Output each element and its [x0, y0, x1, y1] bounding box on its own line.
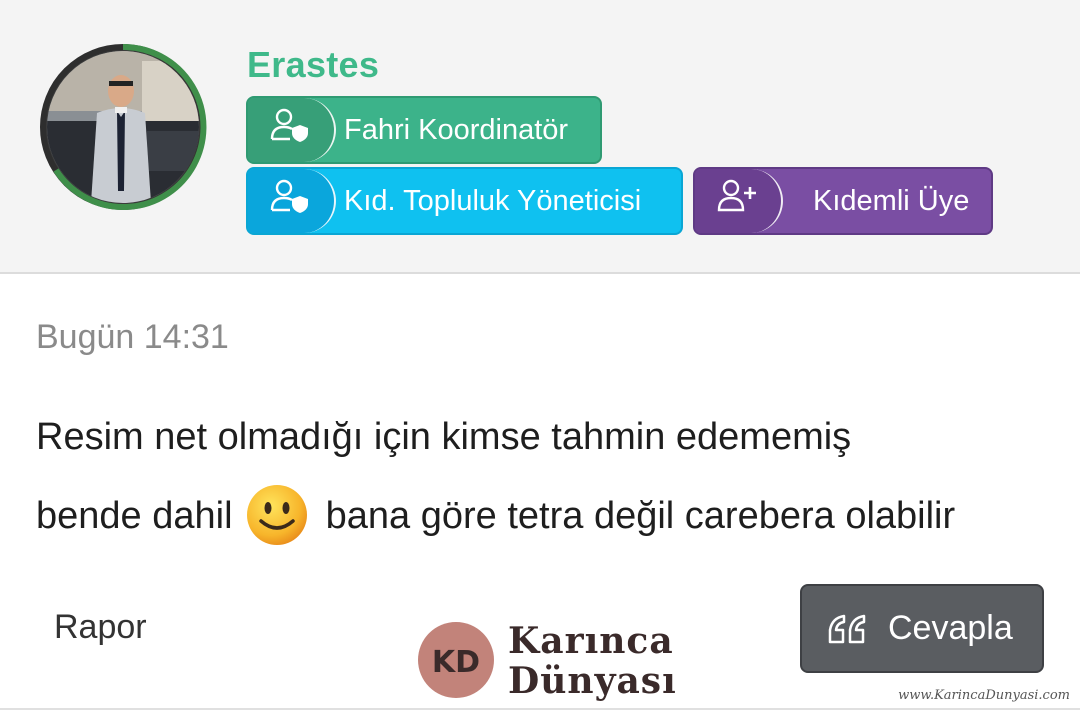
user-plus-icon: [717, 179, 756, 212]
avatar[interactable]: [36, 40, 210, 214]
quote-icon: [828, 614, 866, 643]
message-text-before-emoji: bende dahil: [36, 495, 233, 537]
smiley-emoji-icon: [247, 484, 308, 545]
reply-button[interactable]: Cevapla: [800, 584, 1044, 673]
post-message: Resim net olmadığı için kimse tahmin ede…: [36, 398, 1056, 556]
message-text-after-emoji: bana göre tetra değil carebera olabilir: [325, 495, 956, 537]
svg-text:KD: KD: [432, 645, 480, 680]
watermark: www.KarincaDunyasi.com: [898, 688, 1070, 703]
badge-label: Kıdemli Üye: [813, 184, 970, 217]
username[interactable]: Erastes: [247, 44, 379, 86]
message-line-1: Resim net olmadığı için kimse tahmin ede…: [36, 416, 852, 458]
reply-label: Cevapla: [888, 609, 1013, 647]
report-link[interactable]: Rapor: [54, 608, 147, 647]
divider: [0, 708, 1080, 710]
logo-line-2: Dünyası: [508, 660, 677, 702]
avatar-photo: [47, 51, 199, 203]
message-line-2: bende dahil bana göre tetra değil carebe…: [36, 477, 1056, 556]
post-author-header: Erastes Fahri Koordinatör Kıd. Topluluk …: [0, 0, 1080, 274]
karinca-dunyasi-logo-mark: KD: [418, 622, 494, 698]
logo-line-1: Karınca: [508, 620, 674, 662]
user-shield-icon: [270, 179, 308, 213]
badge-label: Kıd. Topluluk Yöneticisi: [344, 184, 642, 217]
badge-label: Fahri Koordinatör: [344, 113, 569, 146]
post-timestamp[interactable]: Bugün 14:31: [36, 318, 229, 357]
badge-fahri-koordinator: Fahri Koordinatör: [246, 96, 602, 164]
user-shield-icon: [270, 108, 308, 142]
site-logo: KD Karınca Dünyası: [416, 620, 676, 704]
badge-kidemli-uye: Kıdemli Üye: [693, 167, 993, 235]
badge-kid-topluluk-yoneticisi: Kıd. Topluluk Yöneticisi: [246, 167, 683, 235]
